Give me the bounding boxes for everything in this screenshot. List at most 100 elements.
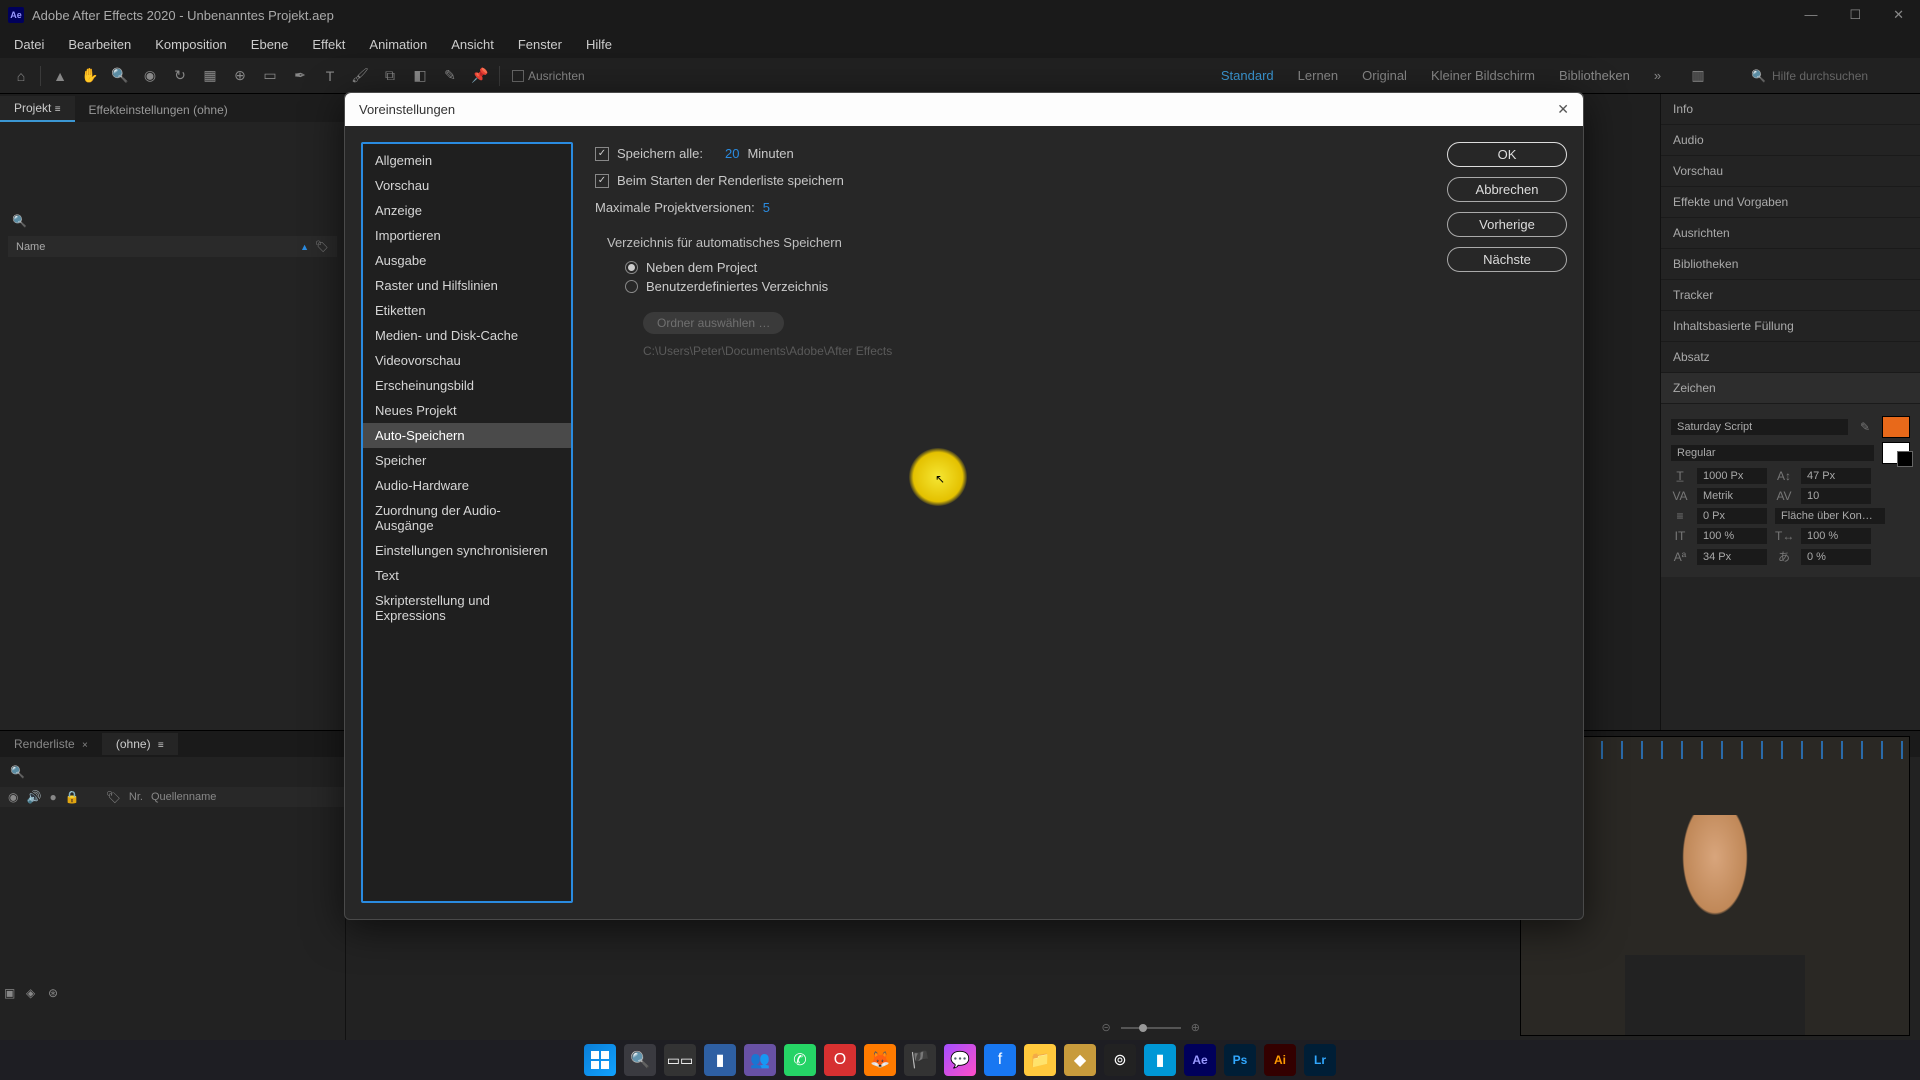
taskbar-obs-icon[interactable]: ⊚ [1104, 1044, 1136, 1076]
tab-ohne[interactable]: (ohne) ≡ [102, 733, 178, 755]
panel-inhalt[interactable]: Inhaltsbasierte Füllung [1661, 311, 1920, 342]
timeline-zoom[interactable]: ⊝ ⊕ [1102, 1021, 1200, 1034]
lock-icon[interactable]: 🔒 [65, 790, 80, 804]
cat-audio-ausgaenge[interactable]: Zuordnung der Audio-Ausgänge [363, 498, 571, 538]
previous-button[interactable]: Vorherige [1447, 212, 1567, 237]
tab-effekteinstellungen[interactable]: Effekteinstellungen (ohne) [75, 98, 242, 122]
start-button[interactable] [584, 1044, 616, 1076]
cat-sync[interactable]: Einstellungen synchronisieren [363, 538, 571, 563]
stroke-width-input[interactable] [1697, 508, 1767, 524]
taskbar-app-2[interactable]: 🏴 [904, 1044, 936, 1076]
tsume-input[interactable] [1801, 549, 1871, 565]
roto-tool-icon[interactable]: ✎ [437, 63, 463, 89]
workspace-bibliotheken[interactable]: Bibliotheken [1559, 68, 1630, 83]
taskbar-search-icon[interactable]: 🔍 [624, 1044, 656, 1076]
menu-effekt[interactable]: Effekt [302, 33, 355, 56]
taskbar-whatsapp-icon[interactable]: ✆ [784, 1044, 816, 1076]
selection-tool-icon[interactable]: ▲ [47, 63, 73, 89]
home-icon[interactable]: ⌂ [8, 63, 34, 89]
cat-medien[interactable]: Medien- und Disk-Cache [363, 323, 571, 348]
project-column-header[interactable]: Name ▲ 🏷 [8, 236, 337, 257]
save-on-render-checkbox[interactable]: ✓ [595, 174, 609, 188]
cat-neues-projekt[interactable]: Neues Projekt [363, 398, 571, 423]
menu-ebene[interactable]: Ebene [241, 33, 299, 56]
panel-ausrichten[interactable]: Ausrichten [1661, 218, 1920, 249]
panel-absatz[interactable]: Absatz [1661, 342, 1920, 373]
taskbar-explorer-icon[interactable]: 📁 [1024, 1044, 1056, 1076]
toggle-switches-icon[interactable]: ▣ [4, 986, 20, 1000]
taskbar-ai-icon[interactable]: Ai [1264, 1044, 1296, 1076]
hscale-input[interactable] [1801, 528, 1871, 544]
fill-over-stroke-select[interactable] [1775, 508, 1885, 524]
fill-color-swatch[interactable] [1882, 416, 1910, 438]
taskbar-ae-icon[interactable]: Ae [1184, 1044, 1216, 1076]
taskbar-app-1[interactable]: ▮ [704, 1044, 736, 1076]
vscale-input[interactable] [1697, 528, 1767, 544]
taskbar-ps-icon[interactable]: Ps [1224, 1044, 1256, 1076]
taskbar-firefox-icon[interactable]: 🦊 [864, 1044, 896, 1076]
panel-tracker[interactable]: Tracker [1661, 280, 1920, 311]
cat-skript[interactable]: Skripterstellung und Expressions [363, 588, 571, 628]
kerning-select[interactable] [1697, 488, 1767, 504]
cat-videovorschau[interactable]: Videovorschau [363, 348, 571, 373]
tab-renderliste[interactable]: Renderliste × [0, 733, 102, 755]
anchor-tool-icon[interactable]: ⊕ [227, 63, 253, 89]
taskbar-facebook-icon[interactable]: f [984, 1044, 1016, 1076]
cat-erscheinung[interactable]: Erscheinungsbild [363, 373, 571, 398]
cat-importieren[interactable]: Importieren [363, 223, 571, 248]
timeline-search-icon[interactable]: 🔍 [10, 765, 25, 779]
cat-auto-speichern[interactable]: Auto-Speichern [363, 423, 571, 448]
label-icon[interactable]: 🏷 [106, 790, 121, 804]
autosave-enable-checkbox[interactable]: ✓ [595, 147, 609, 161]
menu-ansicht[interactable]: Ansicht [441, 33, 504, 56]
tab-projekt[interactable]: Projekt ≡ [0, 96, 75, 122]
panel-vorschau[interactable]: Vorschau [1661, 156, 1920, 187]
font-weight-select[interactable] [1671, 445, 1874, 461]
cancel-button[interactable]: Abbrechen [1447, 177, 1567, 202]
cat-allgemein[interactable]: Allgemein [363, 148, 571, 173]
maximize-button[interactable]: ☐ [1841, 3, 1869, 27]
layout-reset-icon[interactable]: ▥ [1685, 63, 1711, 89]
camera-tool-icon[interactable]: ▦ [197, 63, 223, 89]
leading-input[interactable] [1801, 468, 1871, 484]
stroke-color-swatch[interactable] [1882, 442, 1910, 464]
motion-blur-icon[interactable]: ⊛ [48, 986, 64, 1000]
clone-tool-icon[interactable]: ⧉ [377, 63, 403, 89]
pen-tool-icon[interactable]: ✒ [287, 63, 313, 89]
taskbar-app-4[interactable]: ▮ [1144, 1044, 1176, 1076]
menu-bearbeiten[interactable]: Bearbeiten [58, 33, 141, 56]
panel-info[interactable]: Info [1661, 94, 1920, 125]
next-button[interactable]: Nächste [1447, 247, 1567, 272]
workspace-lernen[interactable]: Lernen [1298, 68, 1338, 83]
hand-tool-icon[interactable]: ✋ [77, 63, 103, 89]
cat-vorschau[interactable]: Vorschau [363, 173, 571, 198]
taskbar-messenger-icon[interactable]: 💬 [944, 1044, 976, 1076]
menu-datei[interactable]: Datei [4, 33, 54, 56]
cat-speicher[interactable]: Speicher [363, 448, 571, 473]
taskbar-lr-icon[interactable]: Lr [1304, 1044, 1336, 1076]
panel-zeichen[interactable]: Zeichen [1661, 373, 1920, 404]
zoom-out-icon[interactable]: ⊝ [1102, 1021, 1111, 1034]
cat-etiketten[interactable]: Etiketten [363, 298, 571, 323]
cat-audio-hardware[interactable]: Audio-Hardware [363, 473, 571, 498]
taskbar-teams-icon[interactable]: 👥 [744, 1044, 776, 1076]
max-versions-value[interactable]: 5 [763, 200, 770, 215]
cat-raster[interactable]: Raster und Hilfslinien [363, 273, 571, 298]
tracking-input[interactable] [1801, 488, 1871, 504]
workspace-kleiner[interactable]: Kleiner Bildschirm [1431, 68, 1535, 83]
close-button[interactable]: ✕ [1885, 3, 1912, 27]
zoom-in-icon[interactable]: ⊕ [1191, 1021, 1200, 1034]
visibility-icon[interactable]: ◉ [8, 790, 18, 804]
shape-tool-icon[interactable]: ▭ [257, 63, 283, 89]
panel-audio[interactable]: Audio [1661, 125, 1920, 156]
zoom-tool-icon[interactable]: 🔍 [107, 63, 133, 89]
taskbar-opera-icon[interactable]: O [824, 1044, 856, 1076]
task-view-icon[interactable]: ▭▭ [664, 1044, 696, 1076]
panel-effekte[interactable]: Effekte und Vorgaben [1661, 187, 1920, 218]
baseline-input[interactable] [1697, 549, 1767, 565]
eraser-tool-icon[interactable]: ◧ [407, 63, 433, 89]
help-search[interactable]: Hilfe durchsuchen [1772, 69, 1912, 83]
menu-animation[interactable]: Animation [359, 33, 437, 56]
eyedropper-icon[interactable]: ✎ [1856, 420, 1874, 434]
cat-ausgabe[interactable]: Ausgabe [363, 248, 571, 273]
